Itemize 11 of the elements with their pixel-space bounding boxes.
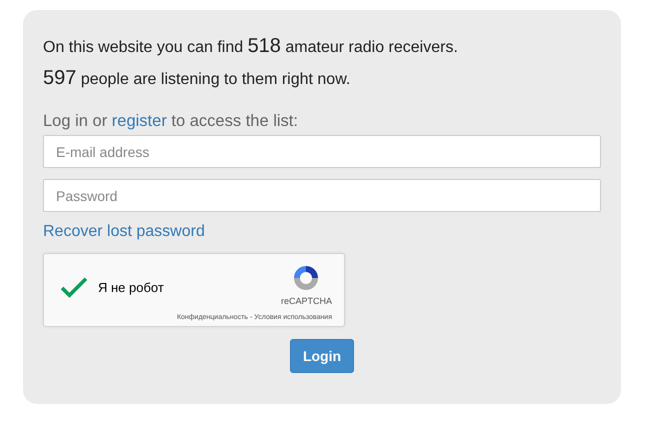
email-field[interactable]: E-mail address xyxy=(43,135,601,168)
intro-text: 597 people are listening to them right now. xyxy=(43,66,350,91)
checkmark-icon[interactable] xyxy=(60,276,88,298)
captcha-label: Я не робот xyxy=(98,280,164,294)
login-button[interactable]: Login xyxy=(290,339,354,373)
recaptcha-brand: reCAPTCHA xyxy=(280,296,332,306)
login-prompt: Log in or register to access the list: xyxy=(43,112,298,131)
recover-password-link[interactable]: Recover lost password xyxy=(43,223,205,241)
register-link[interactable]: register xyxy=(112,112,167,130)
password-field[interactable]: Password xyxy=(43,179,601,212)
intro-text: On this website you can find 518 amateur radio receivers. xyxy=(43,34,458,59)
